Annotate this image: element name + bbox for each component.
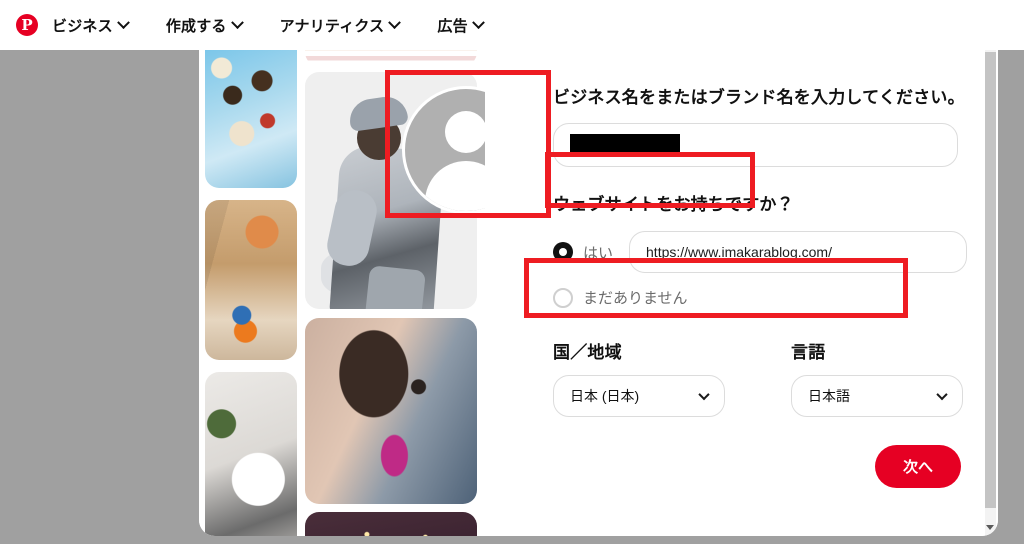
avatar-body-shape [425,161,485,211]
chevron-down-icon [116,15,130,29]
pin-city-lights [305,512,477,536]
avatar-container[interactable] [402,86,485,214]
radio-yes-label: はい [583,244,614,262]
man-hat [347,94,409,132]
pin-image [305,512,477,536]
radio-no-label: まだありません [583,290,688,308]
pin-image [305,318,477,504]
language-label: 言語 [791,343,826,363]
nav-item-business-label: ビジネス [52,17,113,35]
nav-item-ads[interactable]: 広告 [437,15,485,36]
pin-food-bowl [205,372,297,536]
locale-selects-row: 国／地域 日本 (日本) 言語 日本語 [553,338,967,418]
top-navigation-bar: P ビジネス 作成する アナリティクス 広告 [0,0,1024,50]
website-url-input[interactable]: https://www.imakarablog.com/ [629,231,968,274]
language-select[interactable]: 日本語 [791,375,963,418]
pin-image [205,50,297,188]
user-avatar-icon[interactable] [402,86,485,214]
nav-item-create[interactable]: 作成する [165,15,244,36]
website-no-row[interactable]: まだありません [553,287,967,308]
pin-paper-strip [305,50,477,66]
pin-image [205,200,297,360]
avatar-head-shape [445,111,485,153]
nav-item-create-label: 作成する [165,17,227,35]
chevron-down-icon [936,389,948,401]
language-select-value: 日本語 [808,388,850,405]
next-button[interactable]: 次へ [875,445,962,489]
man-leg [364,265,426,309]
radio-no-unselected[interactable] [553,287,573,308]
redacted-value-bar [570,133,680,156]
modal-scrollbar-thumb[interactable] [985,52,996,508]
pin-kids-room [205,200,297,360]
business-profile-setup-modal: ビジネス名をまたはブランド名を入力してください。 ウェブサイトをお持ちですか？ … [199,50,998,536]
business-name-input[interactable] [553,122,958,167]
pin-food-grill [205,50,297,188]
chevron-down-icon [471,15,485,29]
pin-woman-portrait [305,318,477,504]
country-select[interactable]: 日本 (日本) [553,375,725,418]
nav-item-analytics-label: アナリティクス [279,17,385,35]
website-yes-row[interactable]: はい https://www.imakarablog.com/ [553,231,968,274]
pin-collage-panel [199,50,485,536]
nav-item-ads-label: 広告 [437,17,468,35]
business-name-label: ビジネス名をまたはブランド名を入力してください。 [553,88,965,107]
radio-yes-selected[interactable] [553,242,573,263]
next-button-row: 次へ [553,445,967,489]
scroll-down-arrow-icon[interactable] [986,525,994,530]
chevron-down-icon [388,15,402,29]
country-select-value: 日本 (日本) [570,388,640,405]
language-field-group: 言語 日本語 [791,338,963,418]
chevron-down-icon [230,15,244,29]
setup-form-panel: ビジネス名をまたはブランド名を入力してください。 ウェブサイトをお持ちですか？ … [485,50,998,536]
country-label: 国／地域 [553,343,622,363]
nav-item-analytics[interactable]: アナリティクス [279,15,402,36]
chevron-down-icon [698,389,710,401]
pin-image [205,372,297,536]
country-field-group: 国／地域 日本 (日本) [553,338,725,418]
pin-image [305,50,477,66]
pinterest-logo-icon[interactable]: P [16,14,38,36]
website-question-label: ウェブサイトをお持ちですか？ [553,194,794,214]
page-root: P ビジネス 作成する アナリティクス 広告 ビジネス名をまたはブランド名を入力… [0,0,1024,544]
nav-item-business[interactable]: P ビジネス [16,14,130,36]
